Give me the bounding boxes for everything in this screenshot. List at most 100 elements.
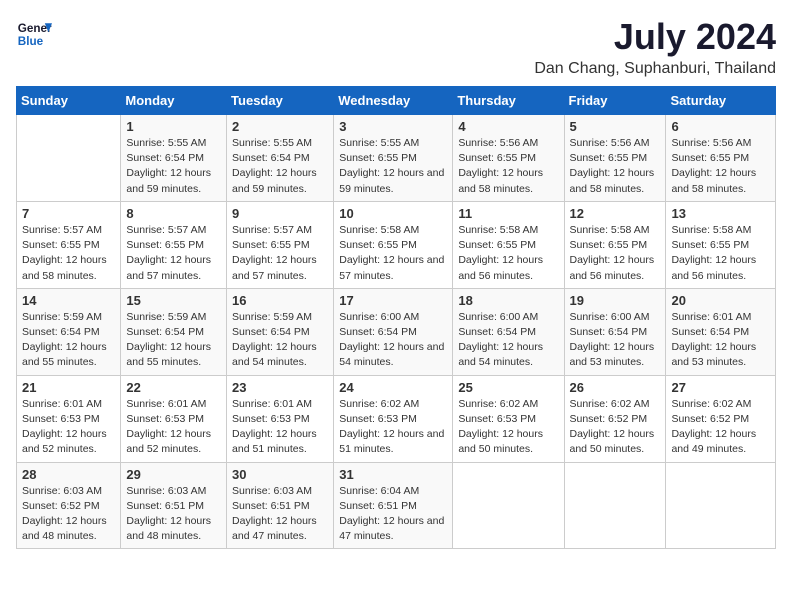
table-row: 28 Sunrise: 6:03 AMSunset: 6:52 PMDaylig… — [17, 462, 121, 549]
day-number: 7 — [22, 206, 115, 221]
day-detail: Sunrise: 6:02 AMSunset: 6:52 PMDaylight:… — [570, 398, 655, 456]
calendar-week-row: 7 Sunrise: 5:57 AMSunset: 6:55 PMDayligh… — [17, 201, 776, 288]
table-row: 13 Sunrise: 5:58 AMSunset: 6:55 PMDaylig… — [666, 201, 776, 288]
day-number: 28 — [22, 467, 115, 482]
day-number: 9 — [232, 206, 328, 221]
day-number: 6 — [671, 119, 770, 134]
day-detail: Sunrise: 6:03 AMSunset: 6:51 PMDaylight:… — [126, 485, 211, 543]
day-detail: Sunrise: 6:02 AMSunset: 6:53 PMDaylight:… — [458, 398, 543, 456]
calendar-title: July 2024 — [534, 16, 776, 58]
day-detail: Sunrise: 6:01 AMSunset: 6:54 PMDaylight:… — [671, 311, 756, 369]
calendar-week-row: 21 Sunrise: 6:01 AMSunset: 6:53 PMDaylig… — [17, 375, 776, 462]
table-row — [666, 462, 776, 549]
day-number: 14 — [22, 293, 115, 308]
day-number: 3 — [339, 119, 447, 134]
table-row: 15 Sunrise: 5:59 AMSunset: 6:54 PMDaylig… — [121, 288, 227, 375]
table-row: 12 Sunrise: 5:58 AMSunset: 6:55 PMDaylig… — [564, 201, 666, 288]
day-detail: Sunrise: 5:58 AMSunset: 6:55 PMDaylight:… — [458, 224, 543, 282]
day-detail: Sunrise: 5:55 AMSunset: 6:54 PMDaylight:… — [126, 137, 211, 195]
header-wednesday: Wednesday — [334, 87, 453, 115]
day-detail: Sunrise: 5:58 AMSunset: 6:55 PMDaylight:… — [570, 224, 655, 282]
table-row: 17 Sunrise: 6:00 AMSunset: 6:54 PMDaylig… — [334, 288, 453, 375]
table-row: 19 Sunrise: 6:00 AMSunset: 6:54 PMDaylig… — [564, 288, 666, 375]
day-detail: Sunrise: 6:00 AMSunset: 6:54 PMDaylight:… — [570, 311, 655, 369]
day-number: 25 — [458, 380, 558, 395]
calendar-week-row: 14 Sunrise: 5:59 AMSunset: 6:54 PMDaylig… — [17, 288, 776, 375]
day-number: 16 — [232, 293, 328, 308]
table-row: 14 Sunrise: 5:59 AMSunset: 6:54 PMDaylig… — [17, 288, 121, 375]
table-row: 22 Sunrise: 6:01 AMSunset: 6:53 PMDaylig… — [121, 375, 227, 462]
day-number: 12 — [570, 206, 661, 221]
day-detail: Sunrise: 6:03 AMSunset: 6:51 PMDaylight:… — [232, 485, 317, 543]
day-number: 2 — [232, 119, 328, 134]
table-row: 1 Sunrise: 5:55 AMSunset: 6:54 PMDayligh… — [121, 115, 227, 202]
header-saturday: Saturday — [666, 87, 776, 115]
day-number: 31 — [339, 467, 447, 482]
day-detail: Sunrise: 6:02 AMSunset: 6:53 PMDaylight:… — [339, 398, 444, 456]
day-detail: Sunrise: 6:00 AMSunset: 6:54 PMDaylight:… — [339, 311, 444, 369]
day-number: 11 — [458, 206, 558, 221]
day-detail: Sunrise: 6:02 AMSunset: 6:52 PMDaylight:… — [671, 398, 756, 456]
day-detail: Sunrise: 5:56 AMSunset: 6:55 PMDaylight:… — [671, 137, 756, 195]
day-number: 4 — [458, 119, 558, 134]
day-detail: Sunrise: 6:00 AMSunset: 6:54 PMDaylight:… — [458, 311, 543, 369]
day-detail: Sunrise: 5:58 AMSunset: 6:55 PMDaylight:… — [339, 224, 444, 282]
day-detail: Sunrise: 5:56 AMSunset: 6:55 PMDaylight:… — [570, 137, 655, 195]
table-row: 27 Sunrise: 6:02 AMSunset: 6:52 PMDaylig… — [666, 375, 776, 462]
day-number: 27 — [671, 380, 770, 395]
table-row: 11 Sunrise: 5:58 AMSunset: 6:55 PMDaylig… — [453, 201, 564, 288]
table-row: 16 Sunrise: 5:59 AMSunset: 6:54 PMDaylig… — [227, 288, 334, 375]
header-tuesday: Tuesday — [227, 87, 334, 115]
table-row: 31 Sunrise: 6:04 AMSunset: 6:51 PMDaylig… — [334, 462, 453, 549]
day-detail: Sunrise: 5:59 AMSunset: 6:54 PMDaylight:… — [22, 311, 107, 369]
table-row: 9 Sunrise: 5:57 AMSunset: 6:55 PMDayligh… — [227, 201, 334, 288]
table-row: 2 Sunrise: 5:55 AMSunset: 6:54 PMDayligh… — [227, 115, 334, 202]
day-number: 10 — [339, 206, 447, 221]
header-thursday: Thursday — [453, 87, 564, 115]
svg-text:Blue: Blue — [18, 35, 44, 48]
calendar-week-row: 1 Sunrise: 5:55 AMSunset: 6:54 PMDayligh… — [17, 115, 776, 202]
day-number: 24 — [339, 380, 447, 395]
day-number: 29 — [126, 467, 221, 482]
table-row: 24 Sunrise: 6:02 AMSunset: 6:53 PMDaylig… — [334, 375, 453, 462]
logo: General Blue — [16, 16, 52, 52]
table-row: 23 Sunrise: 6:01 AMSunset: 6:53 PMDaylig… — [227, 375, 334, 462]
day-number: 5 — [570, 119, 661, 134]
table-row: 3 Sunrise: 5:55 AMSunset: 6:55 PMDayligh… — [334, 115, 453, 202]
table-row: 29 Sunrise: 6:03 AMSunset: 6:51 PMDaylig… — [121, 462, 227, 549]
day-number: 20 — [671, 293, 770, 308]
table-row: 18 Sunrise: 6:00 AMSunset: 6:54 PMDaylig… — [453, 288, 564, 375]
logo-icon: General Blue — [16, 16, 52, 52]
table-row — [564, 462, 666, 549]
table-row: 8 Sunrise: 5:57 AMSunset: 6:55 PMDayligh… — [121, 201, 227, 288]
day-number: 15 — [126, 293, 221, 308]
day-number: 21 — [22, 380, 115, 395]
day-detail: Sunrise: 6:04 AMSunset: 6:51 PMDaylight:… — [339, 485, 444, 543]
header-friday: Friday — [564, 87, 666, 115]
table-row: 4 Sunrise: 5:56 AMSunset: 6:55 PMDayligh… — [453, 115, 564, 202]
day-detail: Sunrise: 5:59 AMSunset: 6:54 PMDaylight:… — [126, 311, 211, 369]
day-number: 22 — [126, 380, 221, 395]
table-row: 6 Sunrise: 5:56 AMSunset: 6:55 PMDayligh… — [666, 115, 776, 202]
table-row — [453, 462, 564, 549]
day-number: 17 — [339, 293, 447, 308]
header-monday: Monday — [121, 87, 227, 115]
day-number: 30 — [232, 467, 328, 482]
header-sunday: Sunday — [17, 87, 121, 115]
day-number: 19 — [570, 293, 661, 308]
day-detail: Sunrise: 5:58 AMSunset: 6:55 PMDaylight:… — [671, 224, 756, 282]
day-number: 23 — [232, 380, 328, 395]
table-row: 20 Sunrise: 6:01 AMSunset: 6:54 PMDaylig… — [666, 288, 776, 375]
day-detail: Sunrise: 5:57 AMSunset: 6:55 PMDaylight:… — [126, 224, 211, 282]
table-row: 30 Sunrise: 6:03 AMSunset: 6:51 PMDaylig… — [227, 462, 334, 549]
day-detail: Sunrise: 6:01 AMSunset: 6:53 PMDaylight:… — [232, 398, 317, 456]
table-row: 10 Sunrise: 5:58 AMSunset: 6:55 PMDaylig… — [334, 201, 453, 288]
table-row: 25 Sunrise: 6:02 AMSunset: 6:53 PMDaylig… — [453, 375, 564, 462]
day-number: 13 — [671, 206, 770, 221]
day-detail: Sunrise: 5:55 AMSunset: 6:54 PMDaylight:… — [232, 137, 317, 195]
day-detail: Sunrise: 5:57 AMSunset: 6:55 PMDaylight:… — [22, 224, 107, 282]
calendar-location: Dan Chang, Suphanburi, Thailand — [534, 60, 776, 78]
day-number: 8 — [126, 206, 221, 221]
header: General Blue July 2024 Dan Chang, Suphan… — [16, 16, 776, 78]
table-row — [17, 115, 121, 202]
